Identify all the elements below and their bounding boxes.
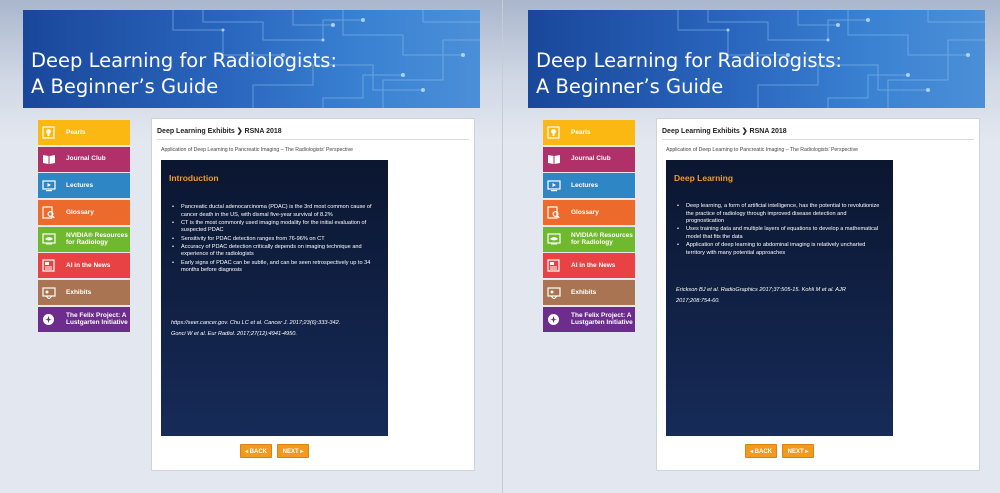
slide-title: Deep Learning — [674, 173, 734, 183]
content-card: Deep Learning Exhibits ❯ RSNA 2018 Appli… — [151, 118, 475, 471]
sidebar-item-label: NVIDIA® Resources for Radiology — [66, 231, 128, 247]
sidebar-item-6[interactable]: AI in the News — [543, 253, 635, 279]
banner-title-line2: A Beginner’s Guide — [31, 75, 219, 98]
slide-bullet: Early signs of PDAC can be subtle, and c… — [172, 260, 377, 275]
sidebar-item-label: Pearls — [571, 128, 591, 136]
screenshot-panel: Deep Learning for Radiologists: A Beginn… — [528, 0, 1000, 493]
banner-title-line2: A Beginner’s Guide — [536, 75, 724, 98]
sidebar-item-4[interactable]: Glossary — [543, 200, 635, 226]
sidebar-item-4[interactable]: Glossary — [38, 200, 130, 226]
sidebar-item-2[interactable]: Journal Club — [38, 146, 130, 172]
screenshot-panel: Deep Learning for Radiologists: A Beginn… — [23, 0, 503, 493]
sidebar-item-3[interactable]: Lectures — [543, 173, 635, 199]
sidebar-item-8[interactable]: The Felix Project: A Lustgarten Initiati… — [38, 306, 130, 332]
slide-bullet: Application of deep learning to abdomina… — [677, 242, 882, 257]
sidebar-item-3[interactable]: Lectures — [38, 173, 130, 199]
breadcrumb-divider — [157, 139, 469, 140]
exhibit-subtitle: Application of Deep Learning to Pancreat… — [666, 147, 859, 153]
video-icon — [546, 178, 561, 193]
sidebar-item-1[interactable]: Pearls — [543, 120, 635, 145]
book-icon — [41, 152, 56, 167]
project-icon — [546, 312, 561, 327]
sidebar-item-7[interactable]: Exhibits — [543, 280, 635, 306]
sidebar-nav: Pearls Journal Club Lectures Glossary NVIDIA… — [38, 120, 130, 334]
sidebar-item-1[interactable]: Pearls — [38, 120, 130, 145]
sidebar-item-label: Journal Club — [66, 155, 106, 163]
slide-bullet: Deep learning, a form of artificial inte… — [677, 203, 882, 226]
slide-bullet: Uses training data and multiple layers o… — [677, 226, 882, 241]
sidebar-item-label: Lectures — [66, 182, 94, 190]
news-icon — [546, 258, 561, 273]
sidebar-item-label: NVIDIA® Resources for Radiology — [571, 231, 633, 247]
project-icon — [41, 312, 56, 327]
lightbulb-icon — [41, 125, 56, 140]
breadcrumb-divider — [662, 139, 974, 140]
slide-bullet: Pancreatic ductal adenocarcinoma (PDAC) … — [172, 204, 377, 219]
next-button[interactable]: NEXT ▸ — [782, 444, 814, 458]
sidebar-item-8[interactable]: The Felix Project: A Lustgarten Initiati… — [543, 306, 635, 332]
sidebar-item-2[interactable]: Journal Club — [543, 146, 635, 172]
slide-references: https://seer.cancer.gov. Chu LC et al. C… — [171, 318, 376, 340]
site-banner: Deep Learning for Radiologists: A Beginn… — [23, 10, 480, 108]
slide-bullet: Accuracy of PDAC detection critically de… — [172, 244, 377, 259]
book-icon — [546, 152, 561, 167]
sidebar-item-label: The Felix Project: A Lustgarten Initiati… — [571, 311, 633, 327]
sidebar-item-5[interactable]: NVIDIA® Resources for Radiology — [38, 226, 130, 252]
slide-title: Introduction — [169, 173, 219, 183]
slide-bullets: Pancreatic ductal adenocarcinoma (PDAC) … — [172, 204, 377, 275]
sidebar-item-6[interactable]: AI in the News — [38, 253, 130, 279]
nvidia-icon — [41, 232, 56, 247]
breadcrumb[interactable]: Deep Learning Exhibits ❯ RSNA 2018 — [157, 127, 282, 135]
sidebar-item-label: Exhibits — [66, 288, 92, 296]
sidebar-item-label: AI in the News — [571, 262, 616, 270]
banner-title: Deep Learning for Radiologists: A Beginn… — [31, 48, 337, 100]
sidebar-item-5[interactable]: NVIDIA® Resources for Radiology — [543, 226, 635, 252]
slide-bullet: Sensitivity for PDAC detection ranges fr… — [172, 236, 377, 244]
slide-reference: Erickson BJ et al. RadioGraphics 2017;37… — [676, 287, 846, 304]
next-button[interactable]: NEXT ▸ — [277, 444, 309, 458]
sidebar-item-label: Lectures — [571, 182, 599, 190]
sidebar-item-label: Exhibits — [571, 288, 597, 296]
sidebar-item-label: Pearls — [66, 128, 86, 136]
lightbulb-icon — [546, 125, 561, 140]
slide-bullets: Deep learning, a form of artificial inte… — [677, 203, 882, 258]
sidebar-item-label: Glossary — [571, 208, 599, 216]
exhibit-icon — [41, 285, 56, 300]
news-icon — [41, 258, 56, 273]
exhibit-icon — [546, 285, 561, 300]
slide-reference: https://seer.cancer.gov. Chu LC et al. C… — [171, 320, 341, 326]
glossary-icon — [41, 205, 56, 220]
sidebar-item-7[interactable]: Exhibits — [38, 280, 130, 306]
sidebar-item-label: Glossary — [66, 208, 94, 216]
site-banner: Deep Learning for Radiologists: A Beginn… — [528, 10, 985, 108]
slide-image: Deep Learning Deep learning, a form of a… — [666, 160, 893, 436]
sidebar-item-label: AI in the News — [66, 262, 111, 270]
back-button[interactable]: ◂ BACK — [745, 444, 777, 458]
back-button[interactable]: ◂ BACK — [240, 444, 272, 458]
slide-image: Introduction Pancreatic ductal adenocarc… — [161, 160, 388, 436]
slide-bullet: CT is the most commonly used imaging mod… — [172, 220, 377, 235]
slide-references: Erickson BJ et al. RadioGraphics 2017;37… — [676, 285, 881, 307]
banner-title: Deep Learning for Radiologists: A Beginn… — [536, 48, 842, 100]
slide-reference: Gonci W et al. Eur Radiol. 2017;27(12):4… — [171, 331, 297, 337]
sidebar-nav: Pearls Journal Club Lectures Glossary NVIDIA… — [543, 120, 635, 334]
sidebar-item-label: Journal Club — [571, 155, 611, 163]
content-card: Deep Learning Exhibits ❯ RSNA 2018 Appli… — [656, 118, 980, 471]
banner-title-line1: Deep Learning for Radiologists: — [536, 49, 842, 72]
glossary-icon — [546, 205, 561, 220]
video-icon — [41, 178, 56, 193]
sidebar-item-label: The Felix Project: A Lustgarten Initiati… — [66, 311, 128, 327]
nvidia-icon — [546, 232, 561, 247]
breadcrumb[interactable]: Deep Learning Exhibits ❯ RSNA 2018 — [662, 127, 787, 135]
banner-title-line1: Deep Learning for Radiologists: — [31, 49, 337, 72]
exhibit-subtitle: Application of Deep Learning to Pancreat… — [161, 147, 354, 153]
